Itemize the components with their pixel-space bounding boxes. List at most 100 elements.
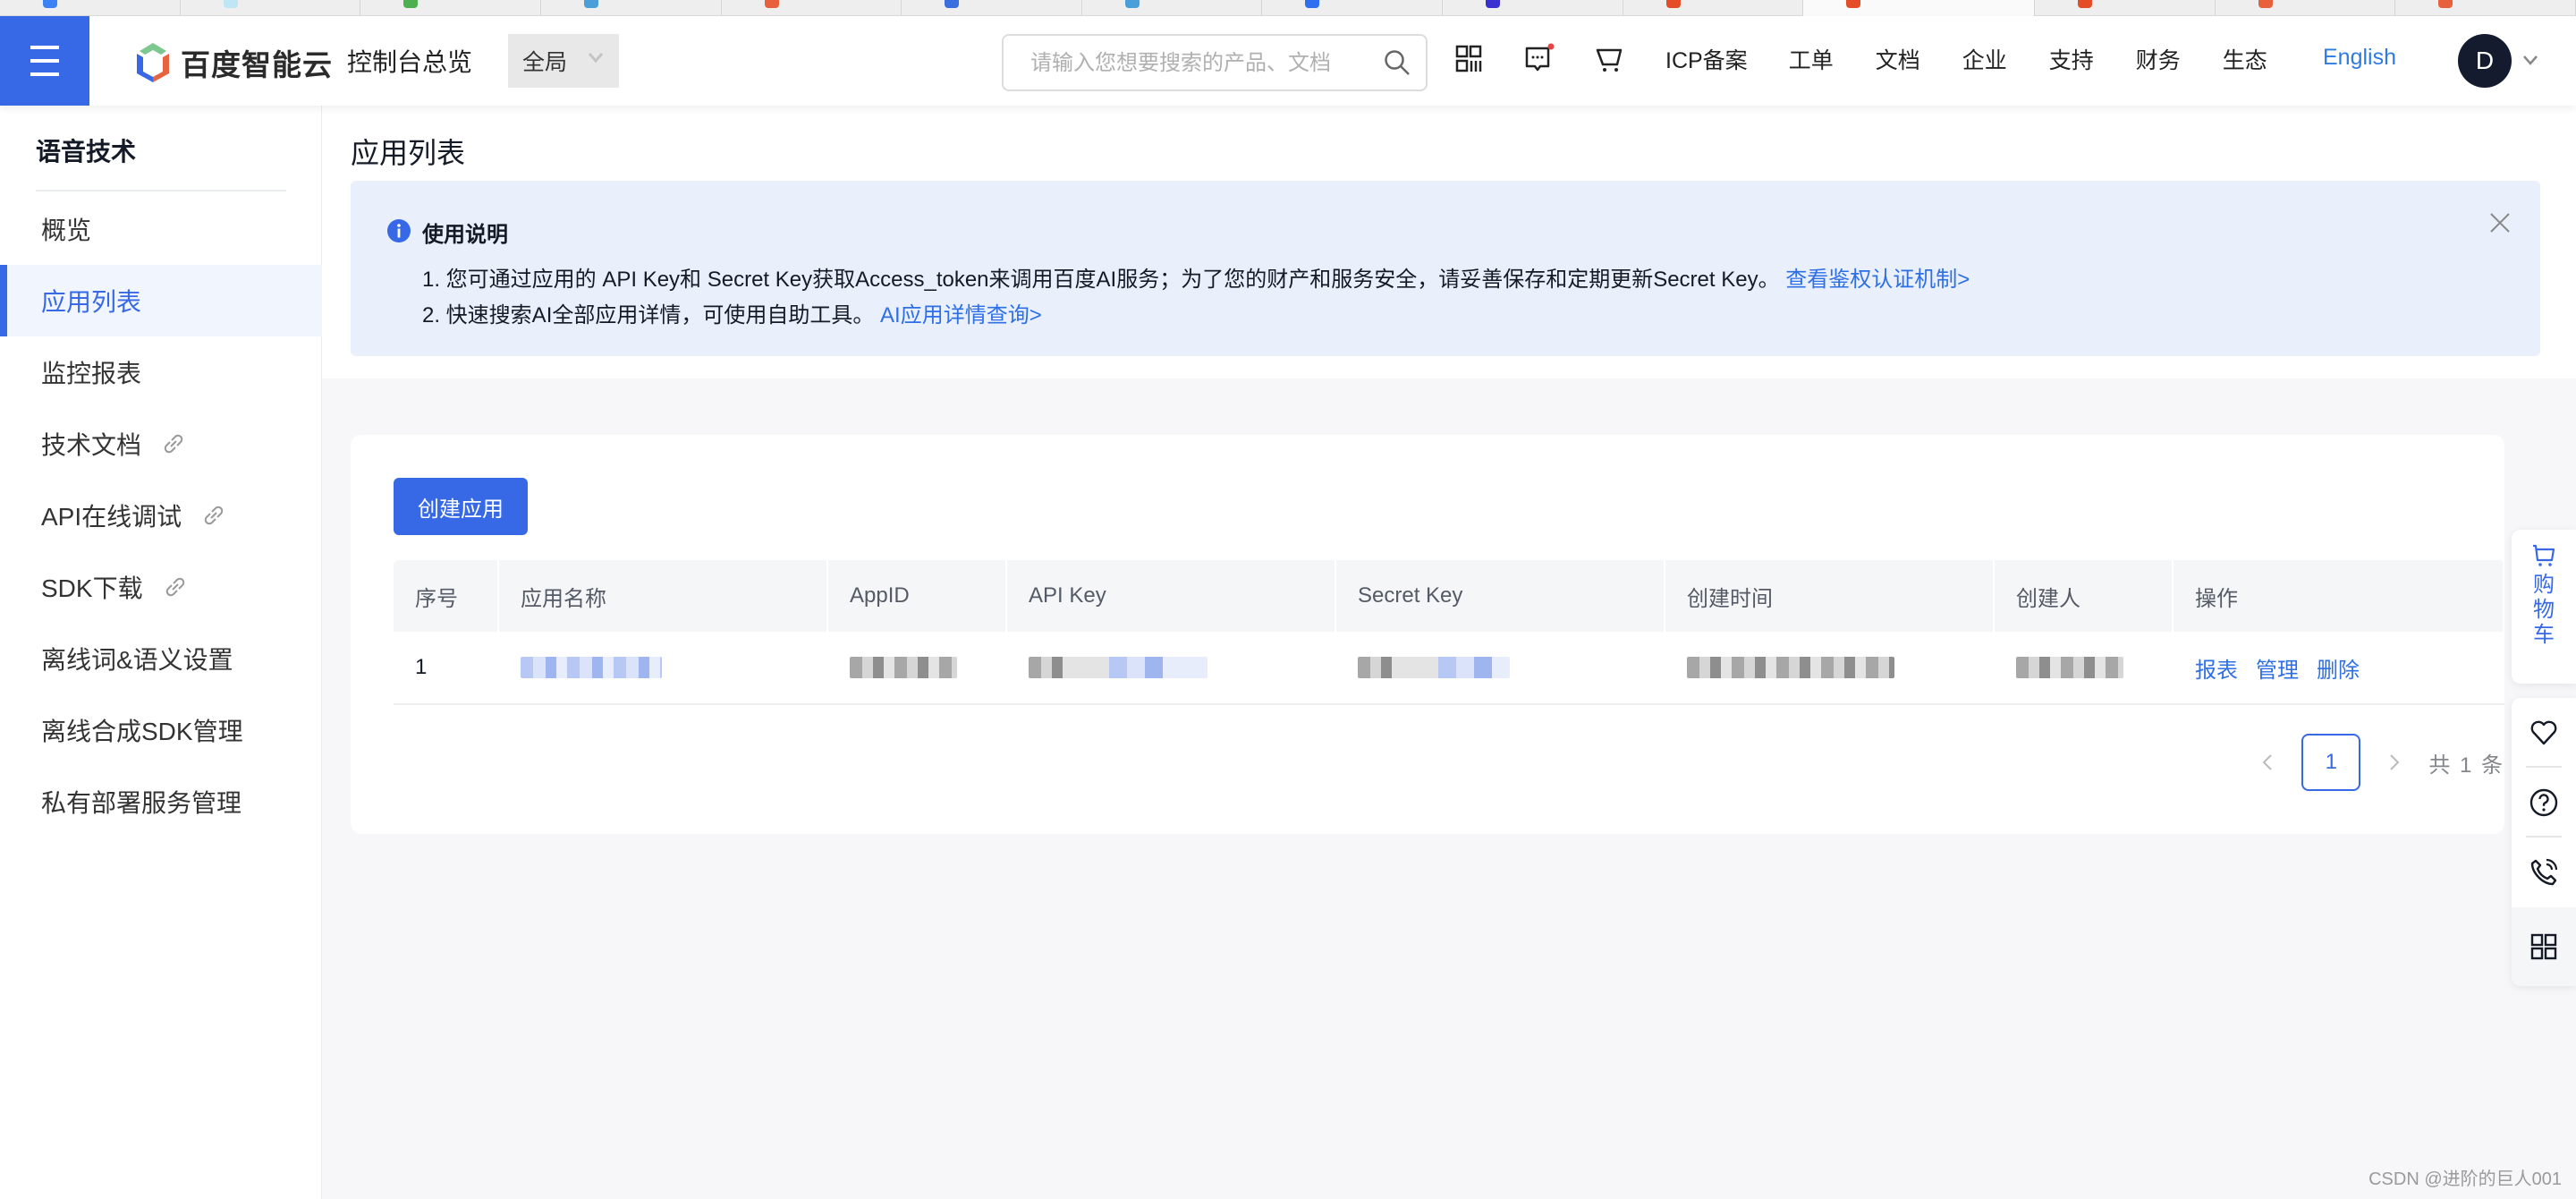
help-icon — [2529, 788, 2558, 817]
sidebar-item-monitoring[interactable]: 监控报表 — [0, 336, 322, 408]
manage-link[interactable]: 管理 — [2256, 652, 2299, 684]
info-icon — [387, 219, 411, 242]
cell-appid — [828, 632, 1007, 703]
prev-page-icon[interactable] — [2250, 744, 2285, 780]
search-icon[interactable] — [1383, 48, 1411, 77]
sidebar-item-api-debug[interactable]: API在线调试 — [0, 480, 322, 551]
nav-link-finance[interactable]: 财务 — [2136, 43, 2181, 75]
sidebar-item-tech-docs[interactable]: 技术文档 — [0, 408, 322, 480]
sidebar-title: 语音技术 — [36, 138, 137, 166]
auth-mechanism-link[interactable]: 查看鉴权认证机制> — [1785, 268, 1970, 292]
app-table: 序号 应用名称 AppID API Key Secret Key 创建时间 创建… — [394, 560, 2504, 705]
column-header-created-at: 创建时间 — [1665, 560, 1995, 632]
floating-cart-label: 购物车 — [2533, 573, 2555, 647]
page-number-current[interactable]: 1 — [2301, 734, 2361, 791]
notice-line-2: 2. 快速搜索AI全部应用详情，可使用自助工具。 AI应用详情查询> — [422, 297, 1042, 328]
console-overview-link[interactable]: 控制台总览 — [347, 43, 472, 79]
brand-name: 百度智能云 — [181, 48, 333, 81]
menu-icon-bar — [30, 46, 59, 49]
app-detail-query-link[interactable]: AI应用详情查询> — [880, 303, 1042, 327]
delete-link[interactable]: 删除 — [2317, 652, 2360, 684]
nav-link-support[interactable]: 支持 — [2049, 43, 2094, 75]
menu-icon-bar — [30, 59, 59, 63]
chevron-down-icon[interactable] — [2522, 54, 2538, 66]
cell-creator — [1995, 632, 2174, 703]
redacted-api-key[interactable] — [1029, 657, 1208, 678]
sidebar-item-private-deploy[interactable]: 私有部署服务管理 — [0, 766, 322, 838]
sidebar-item-label: 概览 — [41, 217, 92, 244]
browser-tab[interactable] — [1262, 0, 1443, 16]
sidebar-item-sdk-download[interactable]: SDK下载 — [0, 551, 322, 623]
browser-tab[interactable] — [2395, 0, 2576, 16]
browser-tab[interactable] — [2035, 0, 2216, 16]
cell-api-key — [1007, 632, 1336, 703]
tab-favicon-icon — [764, 0, 779, 8]
sidebar-item-app-list[interactable]: 应用列表 — [0, 265, 322, 336]
cell-created-at — [1665, 632, 1995, 703]
cell-actions: 报表 管理 删除 — [2174, 632, 2504, 703]
floating-cart-button[interactable]: 购物车 — [2512, 530, 2576, 684]
column-header-name: 应用名称 — [499, 560, 828, 632]
sidebar-item-overview[interactable]: 概览 — [0, 193, 322, 265]
browser-tab[interactable] — [1623, 0, 1804, 16]
help-button[interactable] — [2512, 768, 2576, 838]
sidebar-item-offline-sdk[interactable]: 离线合成SDK管理 — [0, 694, 322, 766]
search-input[interactable] — [1030, 48, 1352, 79]
browser-tab[interactable] — [902, 0, 1082, 16]
nav-link-ecosystem[interactable]: 生态 — [2223, 43, 2267, 75]
tab-favicon-icon — [583, 0, 598, 8]
brand-logo[interactable]: 百度智能云 — [134, 41, 333, 84]
nav-link-ticket[interactable]: 工单 — [1789, 43, 1834, 75]
external-link-icon — [165, 577, 184, 597]
tab-favicon-icon — [403, 0, 419, 8]
browser-tab[interactable] — [181, 0, 361, 16]
next-page-icon[interactable] — [2377, 744, 2412, 780]
tab-favicon-icon — [1846, 0, 1861, 8]
browser-tab[interactable] — [1082, 0, 1263, 16]
nav-link-icp[interactable]: ICP备案 — [1665, 43, 1748, 75]
browser-tab[interactable] — [541, 0, 722, 16]
close-icon[interactable] — [2488, 211, 2512, 234]
tab-favicon-icon — [223, 0, 238, 8]
sidebar-item-label: 监控报表 — [41, 360, 142, 387]
external-link-icon — [204, 506, 224, 525]
browser-tab[interactable] — [1803, 0, 2036, 16]
browser-tab[interactable] — [0, 0, 181, 16]
report-link[interactable]: 报表 — [2195, 652, 2238, 684]
column-header-seq: 序号 — [394, 560, 499, 632]
language-switch[interactable]: English — [2323, 45, 2396, 71]
nav-link-docs[interactable]: 文档 — [1876, 43, 1920, 75]
tab-favicon-icon — [2258, 0, 2273, 8]
page-title: 应用列表 — [351, 137, 466, 169]
column-header-api-key: API Key — [1007, 560, 1336, 632]
region-select[interactable]: 全局 — [508, 34, 619, 88]
qrcode-icon[interactable] — [1453, 43, 1485, 75]
redacted-creator — [2016, 657, 2123, 678]
usage-notice: 使用说明 1. 您可通过应用的 API Key和 Secret Key获取Acc… — [351, 181, 2540, 356]
browser-tab[interactable] — [1443, 0, 1623, 16]
hamburger-menu-button[interactable] — [0, 16, 89, 106]
sidebar-item-label: 离线合成SDK管理 — [41, 718, 243, 745]
top-nav: 百度智能云 控制台总览 全局 ICP备案 工单 文档 企业 — [0, 16, 2576, 106]
table-row: 1 报表 管理 删除 — [394, 632, 2504, 705]
favorite-button[interactable] — [2512, 698, 2576, 768]
phone-button[interactable] — [2512, 838, 2576, 907]
apps-grid-button[interactable] — [2512, 907, 2576, 986]
nav-link-enterprise[interactable]: 企业 — [1962, 43, 2007, 75]
message-icon[interactable] — [1522, 43, 1555, 75]
browser-tab[interactable] — [360, 0, 541, 16]
redacted-secret-key[interactable] — [1358, 657, 1510, 678]
sidebar-item-label: 技术文档 — [41, 431, 142, 459]
browser-tab[interactable] — [722, 0, 902, 16]
cell-app-name[interactable] — [499, 632, 828, 703]
user-avatar[interactable]: D — [2458, 34, 2512, 88]
browser-tab[interactable] — [2216, 0, 2396, 16]
baidu-cloud-logo-icon — [137, 43, 169, 82]
create-app-button[interactable]: 创建应用 — [394, 478, 528, 535]
column-header-secret-key: Secret Key — [1336, 560, 1665, 632]
cart-icon[interactable] — [1594, 43, 1626, 75]
chevron-down-icon — [588, 53, 604, 64]
notice-line-2-text: 2. 快速搜索AI全部应用详情，可使用自助工具。 — [422, 303, 875, 327]
sidebar-item-offline-words[interactable]: 离线词&语义设置 — [0, 623, 322, 694]
redacted-app-name[interactable] — [521, 657, 662, 678]
